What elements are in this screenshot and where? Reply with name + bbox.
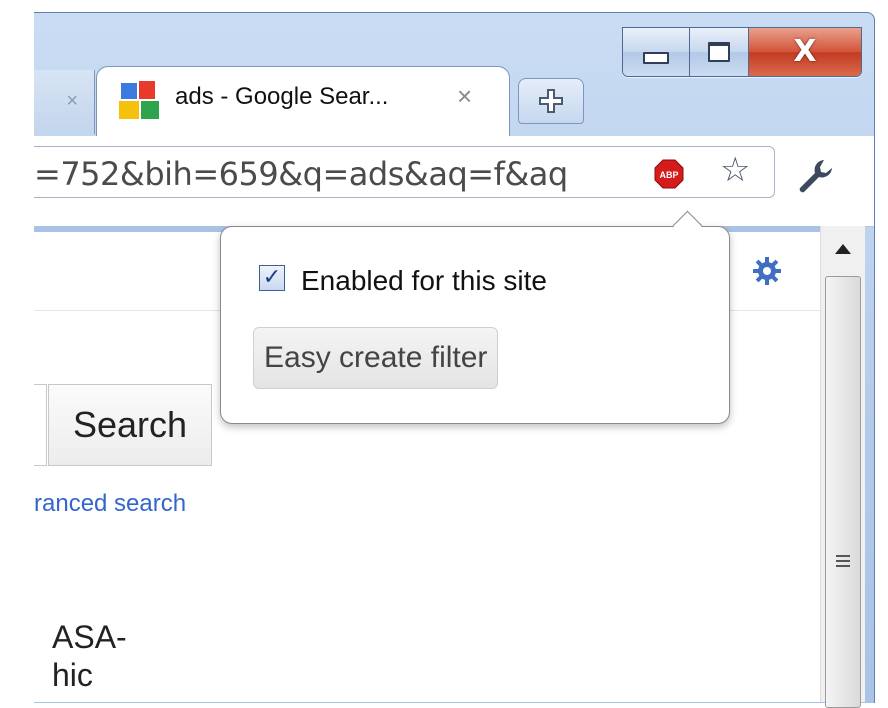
tab-inactive[interactable]: × <box>34 70 95 134</box>
adblock-popup: ✓ Enabled for this site Easy create filt… <box>220 210 730 424</box>
vertical-scrollbar[interactable] <box>820 226 865 708</box>
tab-title: ads - Google Sear... <box>175 83 389 110</box>
tab-close-icon[interactable]: × <box>457 81 472 112</box>
search-input[interactable] <box>34 384 47 466</box>
abp-label: ABP <box>659 170 678 180</box>
gear-icon[interactable] <box>752 256 782 286</box>
minimize-button[interactable] <box>623 28 690 76</box>
bookmark-star-icon[interactable]: ☆ <box>720 153 750 187</box>
adblock-plus-icon[interactable]: ABP <box>654 159 684 189</box>
search-button[interactable]: Search <box>48 384 212 466</box>
close-icon: X <box>793 34 817 69</box>
new-tab-button[interactable] <box>518 78 584 124</box>
easy-create-filter-button[interactable]: Easy create filter <box>253 327 499 389</box>
maximize-button[interactable] <box>690 28 749 76</box>
checkmark-icon: ✓ <box>262 265 282 290</box>
close-button[interactable]: X <box>749 28 861 76</box>
new-tab-icon <box>539 89 563 113</box>
scroll-up-arrow-icon[interactable] <box>835 244 851 254</box>
enabled-checkbox-label[interactable]: Enabled for this site <box>301 265 547 297</box>
maximize-icon <box>708 42 730 62</box>
url-text[interactable]: =752&bih=659&q=ads&aq=f&aq <box>34 155 568 193</box>
window-controls: X <box>622 27 862 77</box>
scroll-thumb[interactable] <box>825 276 861 708</box>
advanced-search-link[interactable]: ranced search <box>34 490 186 518</box>
result-line: hic <box>52 657 93 693</box>
google-favicon-icon <box>119 81 159 119</box>
tab-active[interactable]: ads - Google Sear... × <box>96 66 510 139</box>
minimize-icon <box>643 52 669 64</box>
tab-inactive-close-icon[interactable]: × <box>66 90 78 113</box>
address-bar[interactable]: =752&bih=659&q=ads&aq=f&aq ABP ☆ <box>34 146 775 198</box>
scroll-grip-icon <box>836 555 850 570</box>
result-snippet: ASA- hic <box>52 618 127 694</box>
result-line: ASA- <box>52 619 127 655</box>
toolbar: =752&bih=659&q=ads&aq=f&aq ABP ☆ <box>34 136 874 227</box>
wrench-icon[interactable] <box>794 156 838 196</box>
enabled-checkbox[interactable]: ✓ <box>259 265 285 291</box>
